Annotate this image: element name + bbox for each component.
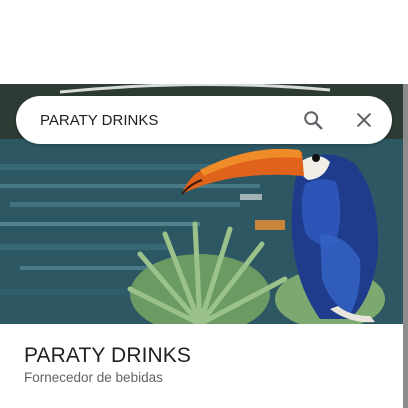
clear-search-button[interactable] — [344, 100, 384, 140]
scrollbar[interactable] — [403, 84, 408, 408]
scrollbar-thumb[interactable] — [403, 84, 408, 408]
close-icon — [357, 113, 371, 127]
search-bar[interactable]: PARATY DRINKS — [16, 96, 392, 144]
search-input[interactable]: PARATY DRINKS — [40, 112, 293, 129]
search-icon — [304, 111, 323, 130]
place-info-panel: PARATY DRINKS Fornecedor de bebidas — [0, 324, 403, 408]
top-blank-area — [0, 0, 408, 84]
place-category[interactable]: Fornecedor de bebidas — [24, 370, 163, 385]
place-title: PARATY DRINKS — [24, 344, 192, 367]
search-button[interactable] — [293, 100, 333, 140]
